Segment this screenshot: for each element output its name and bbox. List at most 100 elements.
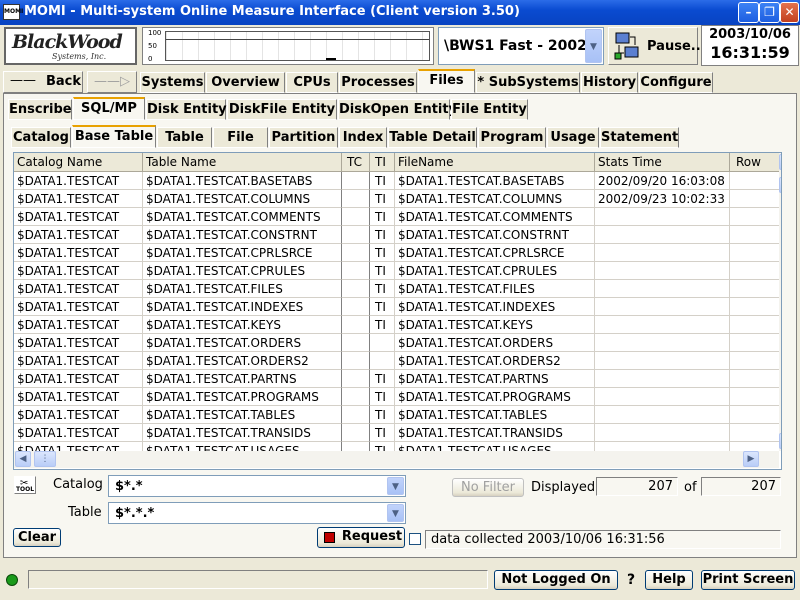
- table-cell: [595, 424, 730, 442]
- base-table-grid[interactable]: Catalog Name Table Name TC TI FileName S…: [13, 152, 782, 470]
- scroll-right-icon[interactable]: ▶: [743, 451, 759, 467]
- tab-disk-entity[interactable]: Disk Entity: [146, 99, 227, 120]
- clear-button[interactable]: Clear: [13, 528, 61, 547]
- clock: 2003/10/06 16:31:59: [701, 25, 799, 66]
- tab-diskfile-entity[interactable]: DiskFile Entity: [227, 99, 337, 120]
- tab-cpus[interactable]: CPUs: [286, 72, 338, 93]
- help-button[interactable]: Help: [645, 570, 693, 590]
- tab-catalog[interactable]: Catalog: [11, 127, 71, 148]
- no-filter-button[interactable]: No Filter: [452, 478, 524, 497]
- table-row[interactable]: $DATA1.TESTCAT $DATA1.TESTCAT.CPRLSRCE TI $…: [14, 244, 779, 262]
- chevron-down-icon[interactable]: ▼: [387, 504, 404, 522]
- table-row[interactable]: $DATA1.TESTCAT $DATA1.TESTCAT.FILES TI $DAT…: [14, 280, 779, 298]
- table-cell: $DATA1.TESTCAT.ORDERS: [395, 334, 595, 352]
- table-row[interactable]: $DATA1.TESTCAT $DATA1.TESTCAT.ORDERS2 $DAT…: [14, 352, 779, 370]
- table-cell: [370, 352, 395, 370]
- table-cell: TI: [370, 244, 395, 262]
- table-cell: $DATA1.TESTCAT.TABLES: [395, 406, 595, 424]
- tab-diskopen-entity[interactable]: DiskOpen Entity: [338, 99, 457, 120]
- table-row[interactable]: $DATA1.TESTCAT $DATA1.TESTCAT.COMMENTS TI $…: [14, 208, 779, 226]
- scroll-thumb[interactable]: ≡: [779, 177, 781, 193]
- print-screen-button[interactable]: Print Screen: [701, 570, 795, 590]
- hscroll-thumb[interactable]: ⋮: [34, 451, 56, 467]
- scroll-down-icon[interactable]: ▼: [779, 433, 781, 449]
- auto-refresh-checkbox[interactable]: [409, 533, 421, 545]
- table-row[interactable]: $DATA1.TESTCAT $DATA1.TESTCAT.USAGES TI $DA…: [14, 442, 779, 451]
- table-row[interactable]: $DATA1.TESTCAT $DATA1.TESTCAT.BASETABS TI $…: [14, 172, 779, 190]
- table-cell: $DATA1.TESTCAT.USAGES: [395, 442, 595, 451]
- tab-history[interactable]: History: [581, 72, 638, 93]
- table-row[interactable]: $DATA1.TESTCAT $DATA1.TESTCAT.TRANSIDS TI $…: [14, 424, 779, 442]
- request-button[interactable]: Request: [317, 527, 405, 548]
- table-cell: $DATA1.TESTCAT.CPRLSRCE: [143, 244, 342, 262]
- window-title: MOMI - Multi-system Online Measure Inter…: [24, 4, 520, 19]
- col-header-row[interactable]: Row: [730, 153, 779, 172]
- table-cell: $DATA1.TESTCAT: [14, 280, 143, 298]
- table-row[interactable]: $DATA1.TESTCAT $DATA1.TESTCAT.KEYS TI $DATA…: [14, 316, 779, 334]
- col-header-stats-time[interactable]: Stats Time: [595, 153, 730, 172]
- tab-files[interactable]: Files: [418, 69, 475, 93]
- table-row[interactable]: $DATA1.TESTCAT $DATA1.TESTCAT.PARTNS TI $DA…: [14, 370, 779, 388]
- table-row[interactable]: $DATA1.TESTCAT $DATA1.TESTCAT.TABLES TI $DA…: [14, 406, 779, 424]
- system-select[interactable]: \BWS1 Fast - 2002 ▼: [438, 27, 604, 65]
- connection-status-icon: [6, 574, 18, 586]
- forward-button[interactable]: ——▷: [87, 71, 137, 93]
- table-cell: $DATA1.TESTCAT.CONSTRNT: [143, 226, 342, 244]
- table-cell: [595, 388, 730, 406]
- tab-table[interactable]: Table: [157, 127, 212, 148]
- tab-configure[interactable]: Configure: [639, 72, 713, 93]
- col-header-filename[interactable]: FileName: [395, 153, 595, 172]
- close-button[interactable]: ✕: [780, 2, 799, 23]
- horizontal-scrollbar[interactable]: ◀ ⋮ ▶: [14, 451, 779, 468]
- table-cell: [730, 316, 779, 334]
- scroll-up-icon[interactable]: ▲: [779, 154, 781, 170]
- table-row[interactable]: $DATA1.TESTCAT $DATA1.TESTCAT.PROGRAMS TI $…: [14, 388, 779, 406]
- minimize-button[interactable]: –: [738, 2, 759, 23]
- col-header-tc[interactable]: TC: [342, 153, 370, 172]
- table-cell: [342, 298, 370, 316]
- tab-overview[interactable]: Overview: [206, 72, 285, 93]
- table-cell: $DATA1.TESTCAT: [14, 316, 143, 334]
- chevron-down-icon[interactable]: ▼: [387, 477, 404, 495]
- tab-sqlmp[interactable]: SQL/MP: [73, 97, 145, 120]
- table-row[interactable]: $DATA1.TESTCAT $DATA1.TESTCAT.INDEXES TI $D…: [14, 298, 779, 316]
- help-question-icon[interactable]: ?: [627, 572, 635, 588]
- tab-file[interactable]: File: [213, 127, 268, 148]
- back-button[interactable]: —— Back: [3, 71, 83, 93]
- table-cell: TI: [370, 172, 395, 190]
- tab-file-entity[interactable]: File Entity: [451, 99, 528, 120]
- vertical-scrollbar[interactable]: ▲ ≡ ▼: [779, 153, 781, 451]
- tab-table-detail[interactable]: Table Detail: [388, 127, 477, 148]
- tab-enscribe[interactable]: Enscribe: [8, 99, 72, 120]
- table-cell: [595, 334, 730, 352]
- chevron-down-icon[interactable]: ▼: [585, 29, 602, 63]
- tab-subsystems[interactable]: * SubSystems: [476, 72, 580, 93]
- tab-partition[interactable]: Partition: [269, 127, 338, 148]
- col-header-table-name[interactable]: Table Name: [143, 153, 342, 172]
- table-row[interactable]: $DATA1.TESTCAT $DATA1.TESTCAT.CPRULES TI $D…: [14, 262, 779, 280]
- table-cell: TI: [370, 424, 395, 442]
- grid-body: Catalog Name Table Name TC TI FileName S…: [14, 153, 779, 451]
- tab-statement[interactable]: Statement: [600, 127, 679, 148]
- tab-index[interactable]: Index: [339, 127, 387, 148]
- table-cell: [342, 172, 370, 190]
- table-row[interactable]: $DATA1.TESTCAT $DATA1.TESTCAT.CONSTRNT TI $…: [14, 226, 779, 244]
- maximize-button[interactable]: ❐: [759, 2, 780, 23]
- col-header-catalog-name[interactable]: Catalog Name: [14, 153, 143, 172]
- table-row[interactable]: $DATA1.TESTCAT $DATA1.TESTCAT.ORDERS $DATA…: [14, 334, 779, 352]
- tool-button[interactable]: ✂ TOOL: [14, 476, 36, 494]
- table-cell: $DATA1.TESTCAT.BASETABS: [395, 172, 595, 190]
- tab-program[interactable]: Program: [478, 127, 546, 148]
- tab-usage[interactable]: Usage: [547, 127, 599, 148]
- scroll-left-icon[interactable]: ◀: [15, 451, 31, 467]
- tab-processes[interactable]: Processes: [339, 72, 417, 93]
- table-row[interactable]: $DATA1.TESTCAT $DATA1.TESTCAT.COLUMNS TI $D…: [14, 190, 779, 208]
- table-cell: [730, 172, 779, 190]
- pause-button[interactable]: Pause...: [608, 27, 706, 65]
- catalog-filter-input[interactable]: $*.* ▼: [108, 475, 406, 497]
- tab-base-table[interactable]: Base Table: [72, 125, 156, 148]
- tab-systems[interactable]: Systems: [140, 72, 205, 93]
- login-button[interactable]: Not Logged On: [494, 570, 618, 590]
- table-filter-input[interactable]: $*.*.* ▼: [108, 502, 406, 524]
- col-header-ti[interactable]: TI: [370, 153, 395, 172]
